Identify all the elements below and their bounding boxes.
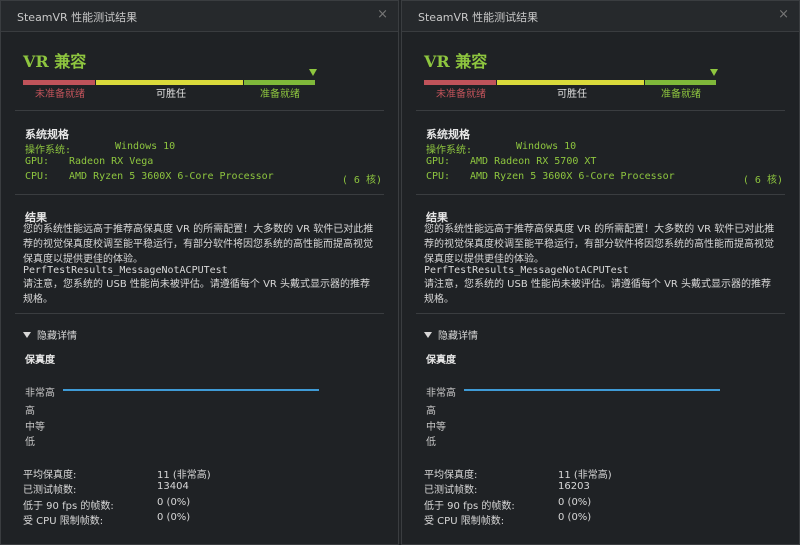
level-high: 高 — [426, 406, 436, 417]
stat-value: 11 (非常高) — [558, 470, 612, 481]
gpu-label: GPU: — [426, 156, 451, 167]
stat-label: 低于 90 fps 的帧数: — [424, 501, 515, 512]
stat-value: 0 (0%) — [157, 497, 191, 508]
label-not-ready: 未准备就绪 — [35, 89, 85, 100]
stat-label: 低于 90 fps 的帧数: — [23, 501, 114, 512]
perf-result-panel-left: SteamVR 性能测试结果 × VR 兼容 未准备就绪 可胜任 准备就绪 系统… — [0, 0, 399, 545]
divider — [15, 313, 384, 314]
divider — [416, 313, 785, 314]
cpu-row: CPU: AMD Ryzen 5 3600X 6-Core Processor — [25, 171, 274, 182]
usb-text: 请注意，您系统的 USB 性能尚未被评估。请遵循每个 VR 头戴式显示器的推荐规… — [23, 279, 371, 305]
fidelity-line — [63, 389, 319, 391]
cpu-cores: ( 6 核) — [742, 175, 783, 186]
window-title: SteamVR 性能测试结果 — [418, 11, 539, 24]
label-capable: 可胜任 — [557, 89, 587, 100]
stat-value: 0 (0%) — [558, 497, 592, 508]
stat-value: 16203 — [558, 481, 590, 492]
label-ready: 准备就绪 — [260, 89, 300, 100]
gpu-value: Radeon RX Vega — [69, 156, 154, 167]
hide-details-toggle[interactable]: 隐藏详情 — [23, 327, 77, 342]
stat-avg-fidelity: 平均保真度: 11 (非常高) — [23, 466, 211, 481]
compat-title: VR 兼容 — [23, 52, 87, 71]
os-value: Windows 10 — [115, 141, 176, 152]
fidelity-heading: 保真度 — [25, 355, 55, 366]
divider — [15, 110, 384, 111]
stat-avg-fidelity: 平均保真度: 11 (非常高) — [424, 466, 612, 481]
os-row: 操作系统: Windows 10 — [25, 141, 175, 156]
title-bar: SteamVR 性能测试结果 × — [1, 1, 398, 32]
level-medium: 中等 — [426, 422, 446, 433]
close-icon[interactable]: × — [778, 7, 789, 22]
stat-frames-below-90: 低于 90 fps 的帧数: 0 (0%) — [424, 497, 591, 512]
divider — [15, 194, 384, 195]
stat-cpu-bound: 受 CPU 限制帧数: 0 (0%) — [424, 512, 591, 527]
divider — [416, 110, 785, 111]
cpu-value: AMD Ryzen 5 3600X 6-Core Processor — [69, 171, 274, 182]
close-icon[interactable]: × — [377, 7, 388, 22]
stat-cpu-bound: 受 CPU 限制帧数: 0 (0%) — [23, 512, 190, 527]
fidelity-heading: 保真度 — [426, 355, 456, 366]
cpu-label: CPU: — [25, 171, 50, 182]
stat-label: 已测试帧数: — [424, 485, 478, 496]
cpu-label: CPU: — [426, 171, 451, 182]
stat-frames-tested: 已测试帧数: 16203 — [424, 481, 590, 496]
label-capable: 可胜任 — [156, 89, 186, 100]
level-very-high: 非常高 — [25, 388, 55, 399]
hide-details-toggle[interactable]: 隐藏详情 — [424, 327, 478, 342]
toggle-label: 隐藏详情 — [438, 331, 478, 342]
stat-value: 0 (0%) — [558, 512, 592, 523]
triangle-down-icon — [23, 332, 31, 338]
cpu-value: AMD Ryzen 5 3600X 6-Core Processor — [470, 171, 675, 182]
fidelity-line — [464, 389, 720, 391]
level-low: 低 — [25, 437, 35, 448]
usb-text: 请注意，您系统的 USB 性能尚未被评估。请遵循每个 VR 头戴式显示器的推荐规… — [424, 279, 772, 305]
cpu-test-key: PerfTestResults_MessageNotACPUTest — [23, 265, 228, 276]
stat-value: 13404 — [157, 481, 189, 492]
cpu-row: CPU: AMD Ryzen 5 3600X 6-Core Processor — [426, 171, 675, 182]
result-text: 您的系统性能远高于推荐高保真度 VR 的所需配置！大多数的 VR 软件已对此推荐… — [23, 224, 374, 265]
level-very-high: 非常高 — [426, 388, 456, 399]
cpu-test-key: PerfTestResults_MessageNotACPUTest — [424, 265, 629, 276]
os-label: 操作系统: — [25, 145, 72, 156]
label-not-ready: 未准备就绪 — [436, 89, 486, 100]
app-root: SteamVR 性能测试结果 × VR 兼容 未准备就绪 可胜任 准备就绪 系统… — [0, 0, 800, 545]
stat-label: 受 CPU 限制帧数: — [424, 516, 505, 527]
stat-value: 0 (0%) — [157, 512, 191, 523]
stat-label: 平均保真度: — [23, 470, 77, 481]
gpu-row: GPU: AMD Radeon RX 5700 XT — [426, 156, 596, 167]
stat-label: 受 CPU 限制帧数: — [23, 516, 104, 527]
gpu-row: GPU: Radeon RX Vega — [25, 156, 153, 167]
stat-label: 已测试帧数: — [23, 485, 77, 496]
stat-frames-tested: 已测试帧数: 13404 — [23, 481, 189, 496]
result-marker-icon — [710, 69, 718, 76]
stat-value: 11 (非常高) — [157, 470, 211, 481]
result-text: 您的系统性能远高于推荐高保真度 VR 的所需配置！大多数的 VR 软件已对此推荐… — [424, 224, 775, 265]
level-low: 低 — [426, 437, 436, 448]
window-title: SteamVR 性能测试结果 — [17, 11, 138, 24]
compat-title: VR 兼容 — [424, 52, 488, 71]
divider — [416, 194, 785, 195]
gpu-label: GPU: — [25, 156, 50, 167]
stat-label: 平均保真度: — [424, 470, 478, 481]
specs-heading: 系统规格 — [426, 128, 470, 141]
title-bar: SteamVR 性能测试结果 × — [402, 1, 799, 32]
triangle-down-icon — [424, 332, 432, 338]
os-label: 操作系统: — [426, 145, 473, 156]
label-ready: 准备就绪 — [661, 89, 701, 100]
level-medium: 中等 — [25, 422, 45, 433]
result-marker-icon — [309, 69, 317, 76]
os-row: 操作系统: Windows 10 — [426, 141, 576, 156]
specs-heading: 系统规格 — [25, 128, 69, 141]
cpu-cores: ( 6 核) — [341, 175, 382, 186]
toggle-label: 隐藏详情 — [37, 331, 77, 342]
gpu-value: AMD Radeon RX 5700 XT — [470, 156, 597, 167]
os-value: Windows 10 — [516, 141, 577, 152]
perf-result-panel-right: SteamVR 性能测试结果 × VR 兼容 未准备就绪 可胜任 准备就绪 系统… — [401, 0, 800, 545]
level-high: 高 — [25, 406, 35, 417]
stat-frames-below-90: 低于 90 fps 的帧数: 0 (0%) — [23, 497, 190, 512]
